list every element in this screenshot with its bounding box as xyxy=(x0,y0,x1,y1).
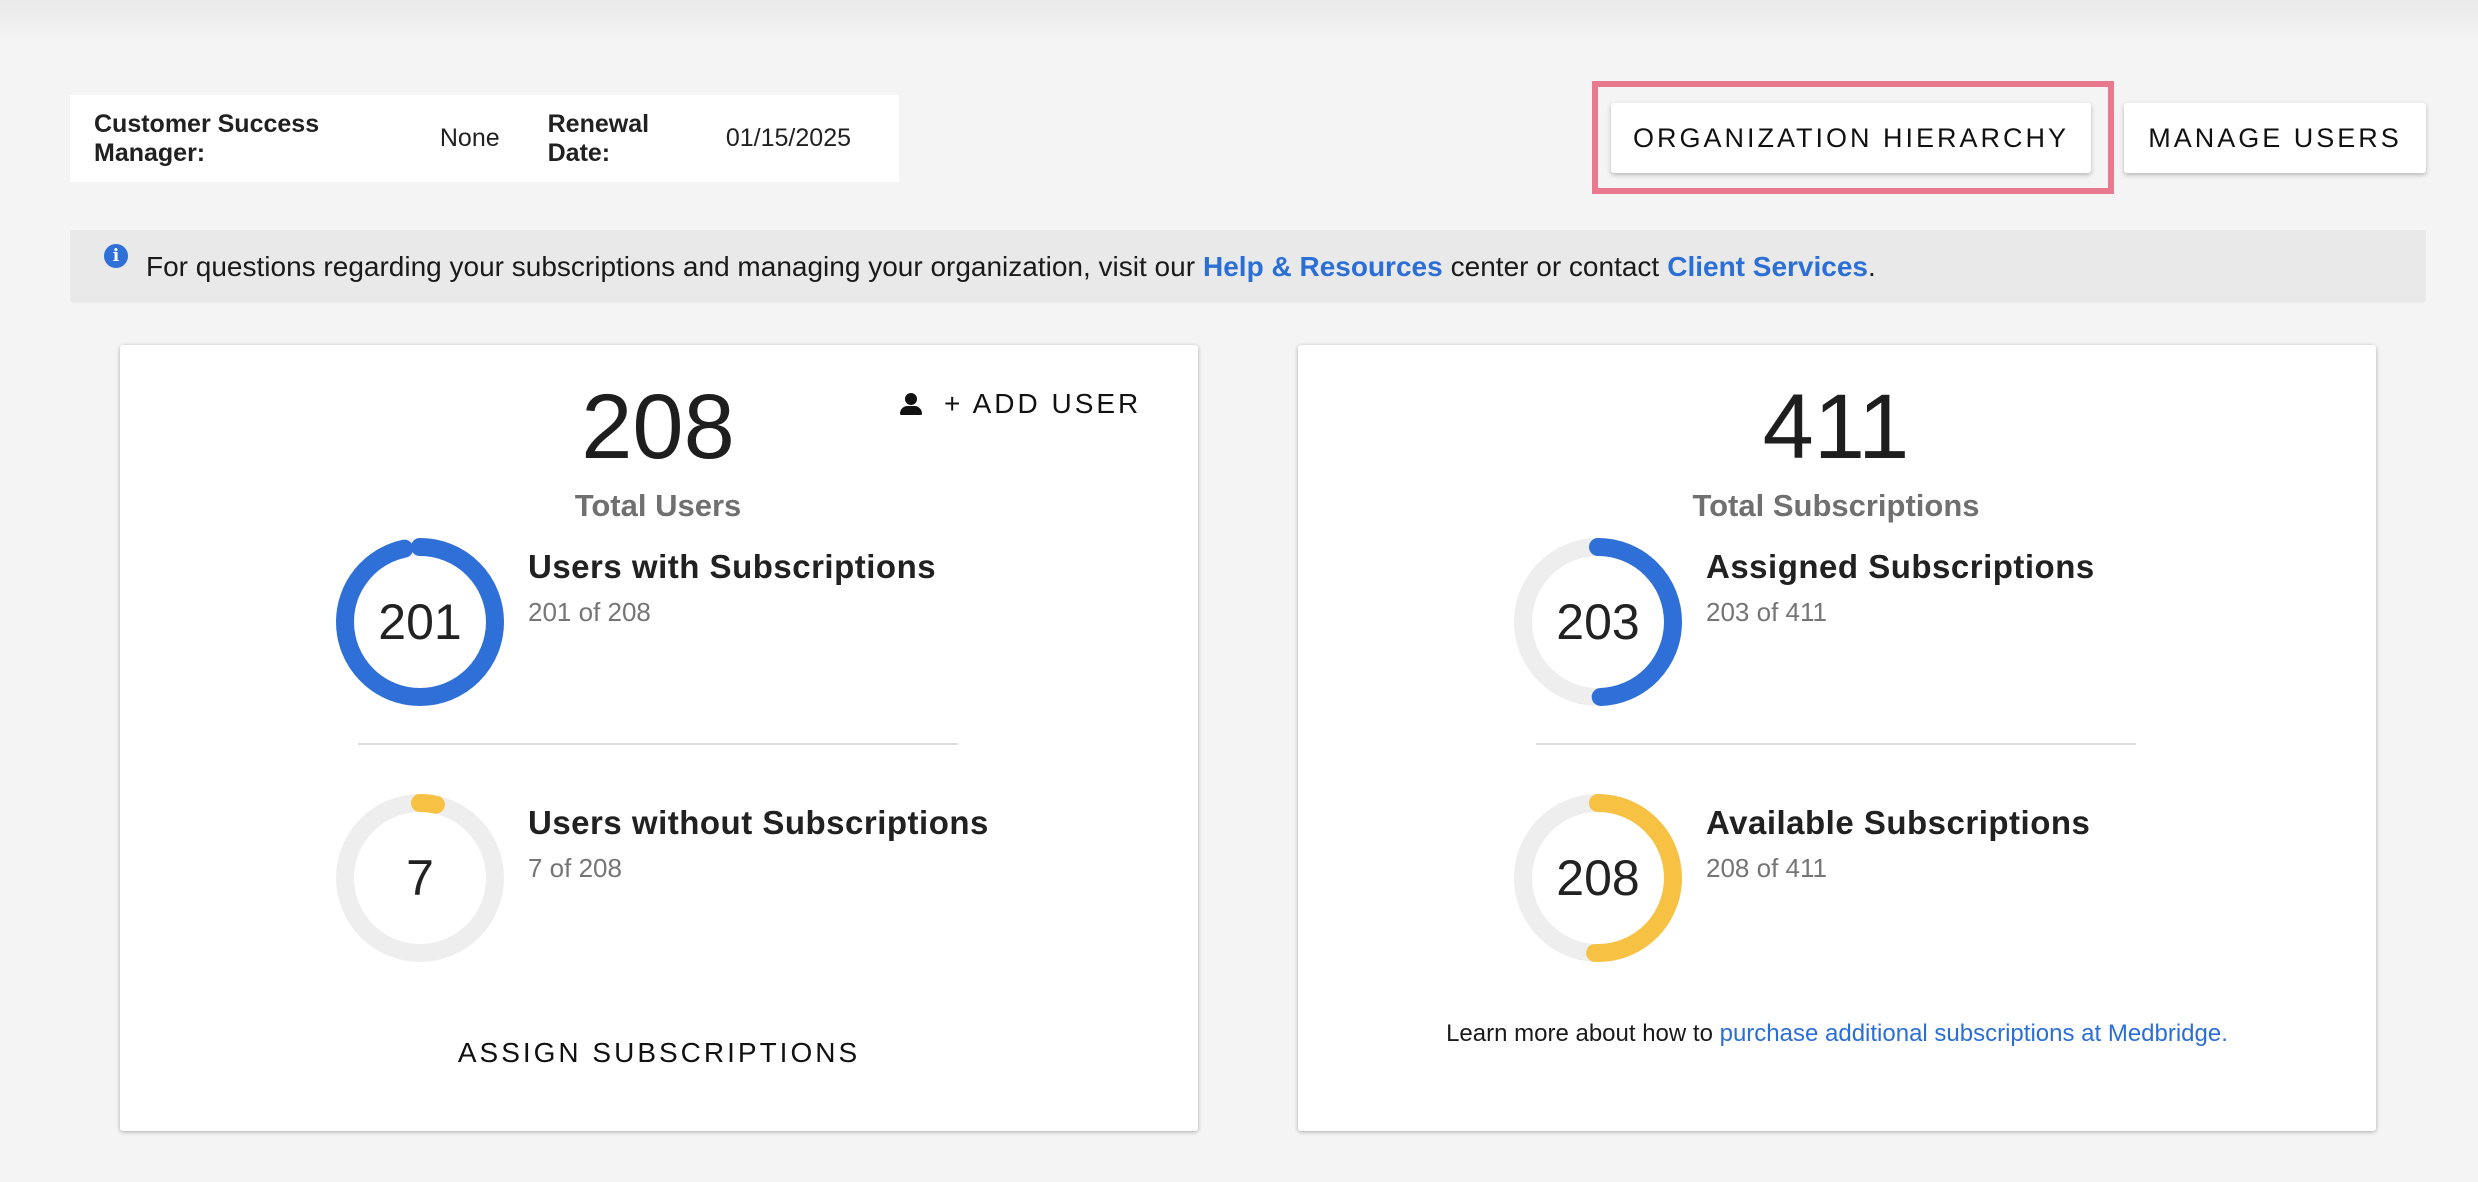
person-icon xyxy=(898,391,924,417)
add-user-button[interactable]: + ADD USER xyxy=(898,388,1141,420)
csm-label: Customer Success Manager: xyxy=(94,109,320,167)
notice-text-before: For questions regarding your subscriptio… xyxy=(146,250,1196,282)
organization-hierarchy-button[interactable]: ORGANIZATION HIERARCHY xyxy=(1611,103,2091,173)
learn-more-prefix: Learn more about how to xyxy=(1446,1020,1713,1047)
manage-users-button[interactable]: MANAGE USERS xyxy=(2124,103,2426,173)
learn-more-text: Learn more about how to purchase additio… xyxy=(1298,1020,2376,1048)
users-card: 208 Total Users + ADD USER 201 Users wit… xyxy=(120,345,1198,1131)
account-info-bar: Customer Success Manager: None Renewal D… xyxy=(70,95,899,182)
total-users-count: 208 xyxy=(581,376,735,478)
help-resources-link[interactable]: Help & Resources xyxy=(1203,251,1443,283)
users-without-subs-sub: 7 of 208 xyxy=(528,853,622,883)
available-subs-count: 208 xyxy=(1556,850,1640,906)
users-with-subs-sub: 201 of 208 xyxy=(528,597,651,627)
available-subs-title: Available Subscriptions xyxy=(1706,804,2091,841)
assigned-subs-title: Assigned Subscriptions xyxy=(1706,548,2095,585)
users-with-subs-count: 201 xyxy=(378,594,462,650)
info-icon: i xyxy=(104,244,128,268)
assigned-subs-count: 203 xyxy=(1556,594,1640,650)
users-without-subs-count: 7 xyxy=(406,850,434,906)
divider xyxy=(358,743,958,745)
assigned-subs-sub: 203 of 411 xyxy=(1706,597,1827,627)
total-subscriptions-count: 411 xyxy=(1762,376,1910,478)
top-shade xyxy=(0,0,2478,40)
users-with-subs-title: Users with Subscriptions xyxy=(528,548,937,585)
assign-subscriptions-button[interactable]: ASSIGN SUBSCRIPTIONS xyxy=(120,1037,1198,1069)
client-services-link[interactable]: Client Services xyxy=(1667,251,1868,283)
add-user-label: + ADD USER xyxy=(944,388,1142,419)
divider xyxy=(1536,743,2136,745)
total-subscriptions-label: Total Subscriptions xyxy=(1692,488,1980,523)
users-without-subs-title: Users without Subscriptions xyxy=(528,804,989,841)
notice-text-middle: center or contact xyxy=(1450,250,1660,282)
notice-text-after: . xyxy=(1868,250,1876,282)
subscriptions-card: 411 Total Subscriptions 203 Assigned Sub… xyxy=(1298,345,2376,1131)
renewal-value: 01/15/2025 xyxy=(725,124,851,152)
purchase-subscriptions-link[interactable]: purchase additional subscriptions at Med… xyxy=(1720,1020,2228,1047)
total-users-label: Total Users xyxy=(574,488,742,523)
info-notice: i For questions regarding your subscript… xyxy=(70,230,2426,303)
csm-value: None xyxy=(439,124,500,152)
renewal-label: Renewal Date: xyxy=(547,109,650,167)
available-subs-sub: 208 of 411 xyxy=(1706,853,1827,883)
